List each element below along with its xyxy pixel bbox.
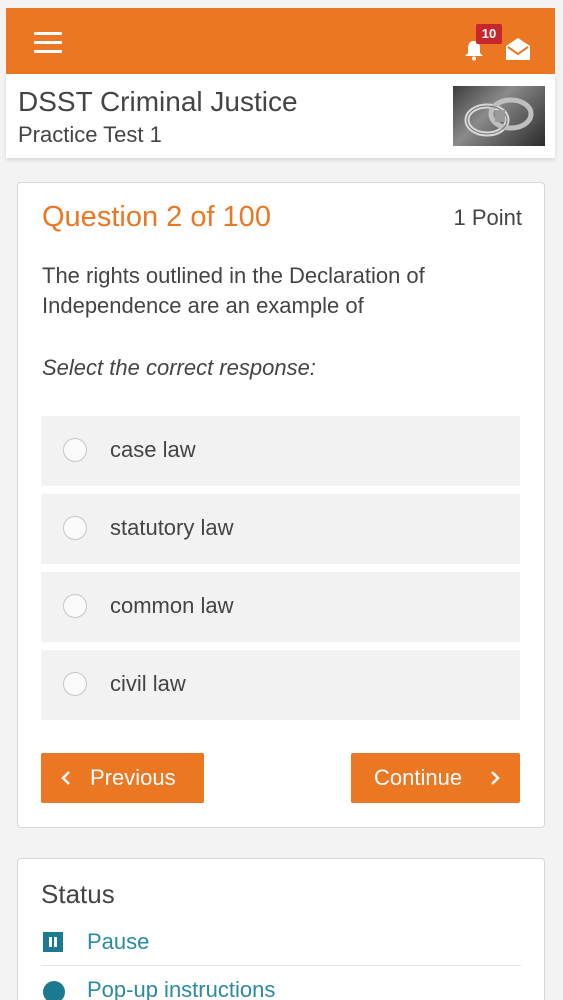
info-icon <box>43 981 65 1000</box>
hamburger-menu-icon[interactable] <box>34 30 64 54</box>
pause-label: Pause <box>87 929 150 954</box>
popup-instructions-label: Pop-up instructions <box>87 977 276 1000</box>
divider <box>41 965 521 966</box>
pause-icon <box>43 932 63 952</box>
answer-option-label: statutory law <box>110 515 234 540</box>
question-number: Question 2 of 100 <box>42 201 271 233</box>
chevron-left-icon <box>61 771 70 785</box>
radio-button[interactable] <box>63 672 87 696</box>
test-subtitle: Practice Test 1 <box>18 122 162 147</box>
course-title: DSST Criminal Justice <box>18 86 298 117</box>
notification-count-badge: 10 <box>476 24 502 44</box>
app-page: 10 DSST Criminal Justice Practice Test 1… <box>0 0 563 1000</box>
question-text: The rights outlined in the Declaration o… <box>42 263 425 318</box>
answer-option-label: common law <box>110 593 234 618</box>
answer-option-3[interactable]: common law <box>41 572 520 642</box>
pause-link[interactable]: Pause <box>41 923 521 963</box>
answer-option-1[interactable]: case law <box>41 416 520 486</box>
radio-button[interactable] <box>63 516 87 540</box>
answer-option-label: case law <box>110 437 196 462</box>
question-card: Question 2 of 100 1 Point The rights out… <box>17 182 545 828</box>
envelope-icon[interactable] <box>504 36 532 62</box>
popup-instructions-link[interactable]: Pop-up instructions <box>41 971 521 1000</box>
answer-option-label: civil law <box>110 671 186 696</box>
chevron-right-icon <box>491 771 500 785</box>
handcuffs-image <box>453 86 545 146</box>
status-card: Status Pause Pop-up instructions <box>17 858 545 1000</box>
previous-button[interactable]: Previous <box>41 753 204 803</box>
radio-button[interactable] <box>63 594 87 618</box>
continue-button-label: Continue <box>374 765 463 790</box>
radio-button[interactable] <box>63 438 87 462</box>
course-header: DSST Criminal Justice Practice Test 1 <box>6 74 555 158</box>
continue-button[interactable]: Continue <box>351 753 520 803</box>
top-app-bar: 10 <box>6 8 555 74</box>
answer-option-4[interactable]: civil law <box>41 650 520 720</box>
question-points: 1 Point <box>453 205 523 230</box>
status-title: Status <box>41 879 115 909</box>
answer-option-2[interactable]: statutory law <box>41 494 520 564</box>
question-instruction: Select the correct response: <box>42 355 316 380</box>
previous-button-label: Previous <box>90 765 176 790</box>
